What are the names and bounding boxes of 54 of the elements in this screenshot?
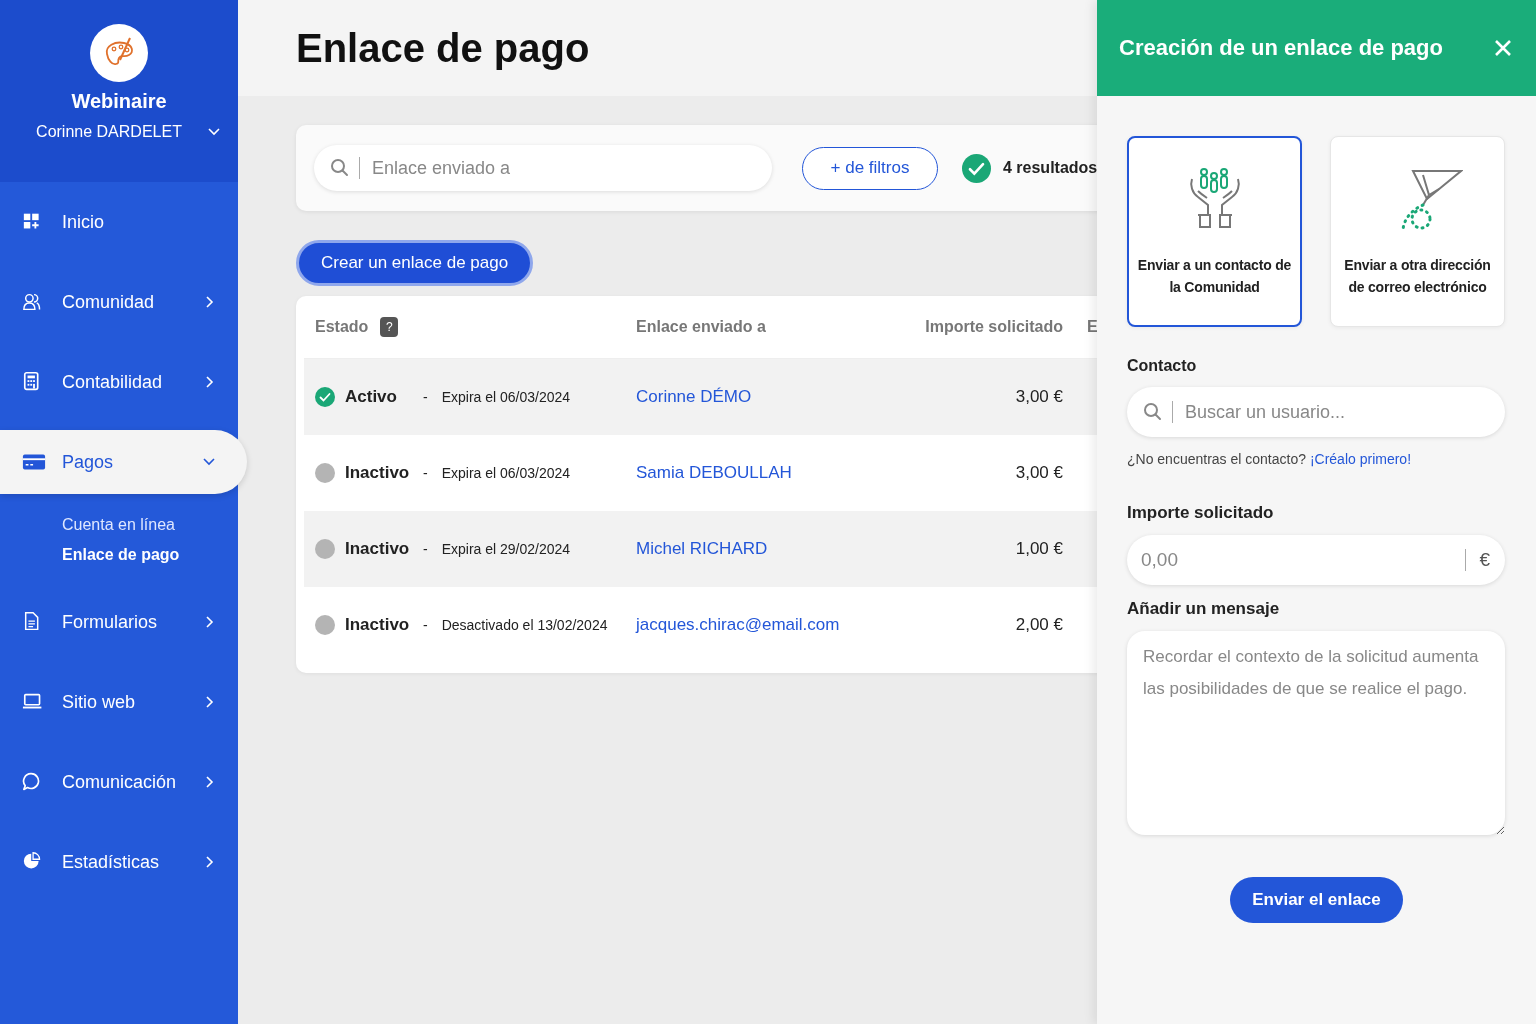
amount-text: 3,00 € [1015,387,1063,407]
column-header: Estado [315,318,369,336]
status-label: Activo [345,387,398,407]
nav-item[interactable]: Estadísticas [0,830,238,894]
column-header: Enlace enviado a [636,318,766,336]
search-field[interactable]: Enlace enviado a [314,145,772,191]
field-label: Contacto [1127,357,1198,375]
create-contact-link[interactable]: ¡Créalo primero! [1309,451,1412,467]
contact-search-field[interactable]: Buscar un usuario... [1127,387,1505,437]
status-detail: Desactivado el 13/02/2024 [441,617,608,633]
status-detail: Expira el 06/03/2024 [441,389,571,405]
nav-item[interactable]: Formularios [0,590,238,654]
field-label: Importe solicitado [1127,503,1275,523]
separator-dash: - [423,541,428,557]
option-card[interactable]: Enviar a un contacto de la Comunidad [1127,136,1302,327]
hint-text: ¿No encuentras el contacto? [1127,451,1307,467]
recipient-link[interactable]: jacques.chirac@email.com [636,615,840,635]
recipient-link[interactable]: Corinne DÉMO [636,387,752,407]
user-menu[interactable]: Corinne DARDELET [18,123,220,141]
nav-subitem[interactable]: Cuenta en línea [62,516,238,534]
option-card[interactable]: Enviar a otra dirección de correo electrónico [1330,136,1505,327]
filter-button[interactable]: + de filtros [802,146,938,190]
message-field[interactable]: Recordar el contexto de la solicitud aumenta las posibilidades de que se realice el pago. [1127,631,1505,835]
separator-dash: - [423,617,428,633]
nav-item[interactable]: Sitio web [0,670,238,734]
nav-item[interactable]: Comunicación [0,750,238,814]
recipient-link[interactable]: Samia DEBOULLAH [636,463,792,483]
help-badge[interactable]: ? [380,317,399,337]
status-detail: Expira el 06/03/2024 [441,465,571,481]
nav-item[interactable]: Contabilidad [0,350,238,414]
separator-dash: - [423,389,428,405]
status-detail: Expira el 29/02/2024 [441,541,571,557]
status-label: Inactivo [345,463,411,483]
column-header: Importe solicitado [925,318,1063,336]
status-label: Inactivo [345,615,411,635]
result-count: 4 resultados [1003,159,1097,177]
amount-text: 1,00 € [1015,539,1063,559]
nav-item[interactable]: Inicio [0,190,238,254]
organization-name: Webinaire [71,90,167,113]
panel-title: Creación de un enlace de pago [1119,35,1443,61]
nav-item[interactable]: Pagos [0,430,247,494]
nav-item[interactable]: Comunidad [0,270,238,334]
field-label: Añadir un mensaje [1127,599,1281,619]
nav-subitem[interactable]: Enlace de pago [62,546,238,564]
page-title: Enlace de pago [296,25,590,71]
currency-label: € [1479,549,1490,571]
amount-text: 3,00 € [1015,463,1063,483]
separator-dash: - [423,465,428,481]
send-button[interactable]: Enviar el enlace [1230,877,1403,923]
amount-text: 2,00 € [1015,615,1063,635]
column-header: E [1087,318,1097,336]
create-button[interactable]: Crear un enlace de pago [296,240,534,286]
recipient-link[interactable]: Michel RICHARD [636,539,768,559]
status-label: Inactivo [345,539,411,559]
